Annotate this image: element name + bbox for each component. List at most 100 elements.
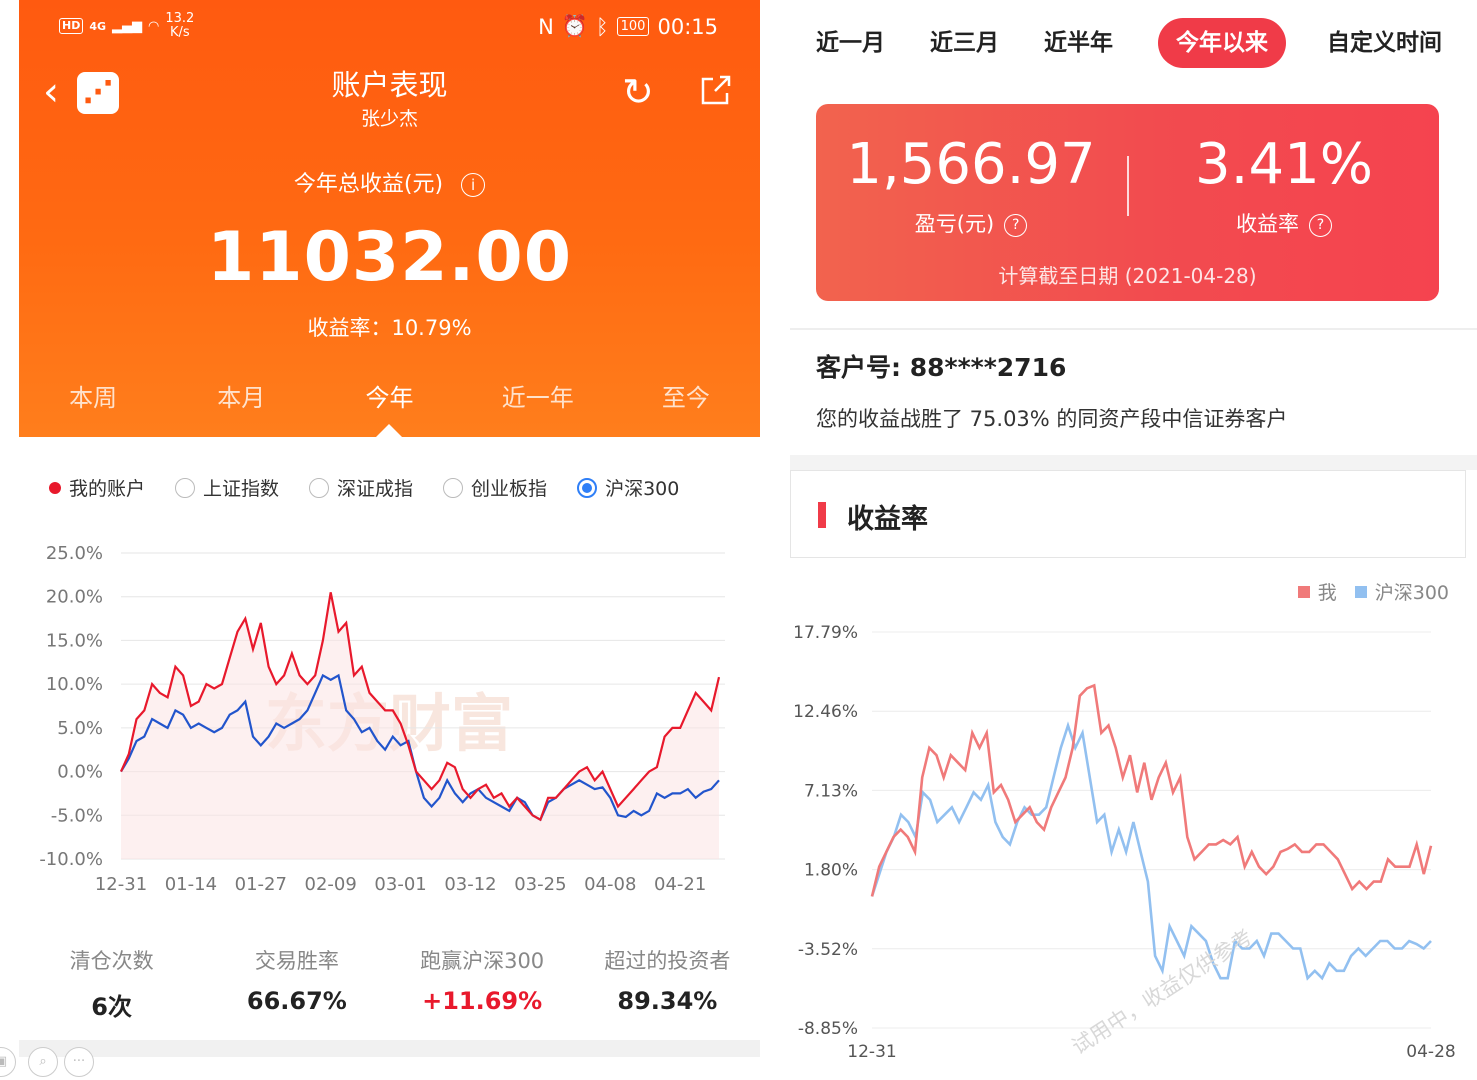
left-screenshot: HD 4G ▂▄▆ ◠ 13.2 K/s N ⏰ ᛒ 100 00:15 ‹ ⋰ … — [19, 0, 760, 1080]
stat-win-rate: 交易胜率 66.67% — [246, 949, 347, 1015]
status-bar-right: N ⏰ ᛒ 100 00:15 — [538, 14, 718, 39]
x-tick-label: 03-25 — [514, 874, 566, 895]
wifi-icon: ◠ — [148, 18, 160, 34]
y-tick-label: -8.85% — [798, 1019, 858, 1039]
radio-szse[interactable]: 深证成指 — [309, 474, 413, 501]
refresh-icon[interactable]: ↻ — [622, 72, 654, 112]
status-bar-left: HD 4G ▂▄▆ ◠ 13.2 K/s — [59, 12, 194, 40]
network-badge: 4G — [89, 19, 107, 33]
y-tick-label: -3.52% — [798, 940, 858, 960]
tab-week[interactable]: 本周 — [19, 378, 167, 413]
bottom-divider — [19, 1040, 760, 1057]
y-tick-label: 5.0% — [57, 718, 103, 739]
tab-ytd[interactable]: 今年以来 — [1158, 18, 1286, 68]
save-icon[interactable]: ▣ — [0, 1047, 16, 1077]
y-tick-label: -10.0% — [39, 849, 103, 870]
tab-this-year[interactable]: 今年 — [315, 378, 463, 413]
account-header: HD 4G ▂▄▆ ◠ 13.2 K/s N ⏰ ᛒ 100 00:15 ‹ ⋰ … — [19, 0, 760, 437]
y-tick-label: 20.0% — [46, 587, 103, 608]
tab-3-months[interactable]: 近三月 — [930, 18, 999, 68]
rate-label: 收益率? — [1134, 208, 1434, 238]
section-title: 收益率 — [847, 504, 928, 535]
x-tick-label: 12-31 — [847, 1042, 896, 1062]
battery-icon: 100 — [616, 17, 650, 36]
stat-beat-investors: 超过的投资者 89.34% — [604, 949, 731, 1015]
card-divider — [1127, 156, 1129, 216]
y-tick-label: 1.80% — [804, 861, 858, 881]
total-profit-label: 今年总收益(元) i — [19, 166, 760, 198]
right-screenshot: 近一月 近三月 近半年 今年以来 自定义时间 1,566.97 盈亏(元)? 3… — [790, 0, 1477, 1080]
series-line — [870, 721, 1432, 981]
divider — [790, 328, 1477, 330]
x-tick-label: 04-08 — [584, 874, 636, 895]
stat-liquidations: 清仓次数 6次 — [69, 949, 154, 1021]
x-tick-label: 01-14 — [165, 874, 217, 895]
nfc-icon: N — [538, 14, 554, 39]
radio-checked-icon[interactable] — [577, 477, 598, 498]
x-tick-label: 03-12 — [444, 874, 496, 895]
legend-my-account: 我的账户 — [49, 474, 145, 501]
clock: 00:15 — [657, 14, 718, 39]
profit-label: 盈亏(元)? — [821, 208, 1121, 238]
help-icon[interactable]: ? — [1004, 213, 1028, 237]
section-accent-bar — [818, 502, 826, 528]
return-section-header: 收益率 — [790, 470, 1466, 558]
x-tick-label: 01-27 — [235, 874, 287, 895]
comparison-legend: 我的账户 上证指数 深证成指 创业板指 沪深300 — [49, 474, 679, 501]
x-tick-label: 03-01 — [374, 874, 426, 895]
radio-icon[interactable] — [443, 477, 464, 498]
tab-last-year[interactable]: 近一年 — [464, 378, 612, 413]
tab-1-month[interactable]: 近一月 — [816, 18, 885, 68]
tab-month[interactable]: 本月 — [167, 378, 315, 413]
radio-sse[interactable]: 上证指数 — [175, 474, 279, 501]
legend-swatch-me — [1297, 585, 1310, 598]
customer-id: 客户号: 88****2716 — [816, 353, 1067, 382]
stats-row: 清仓次数 6次 交易胜率 66.67% 跑赢沪深300 +11.69% 超过的投资者 8… — [19, 945, 760, 1022]
y-tick-label: 10.0% — [46, 674, 103, 695]
active-tab-caret — [376, 424, 402, 437]
section-gap — [790, 455, 1477, 470]
y-tick-label: -5.0% — [51, 805, 103, 826]
radio-csi300[interactable]: 沪深300 — [577, 474, 679, 501]
legend-swatch-csi300 — [1354, 585, 1367, 598]
radio-icon[interactable] — [309, 477, 330, 498]
tab-custom-range[interactable]: 自定义时间 — [1327, 18, 1442, 68]
help-icon[interactable]: ? — [1309, 213, 1332, 237]
bluetooth-icon: ᛒ — [596, 14, 609, 39]
info-icon[interactable]: i — [461, 173, 486, 197]
period-tabs: 本周 本月 今年 近一年 至今 — [19, 378, 760, 413]
y-tick-label: 7.13% — [804, 781, 858, 801]
profit-value: 1,566.97 — [846, 132, 1096, 197]
x-tick-label: 04-28 — [1406, 1042, 1455, 1062]
y-tick-label: 25.0% — [46, 543, 103, 564]
alarm-icon: ⏰ — [561, 14, 589, 38]
tab-to-date[interactable]: 至今 — [612, 378, 760, 413]
hd-badge: HD — [59, 18, 84, 34]
y-tick-label: 17.79% — [793, 623, 858, 643]
return-rate: 收益率：10.79% — [307, 316, 472, 340]
more-icon[interactable]: ··· — [64, 1047, 94, 1077]
x-tick-label: 12-31 — [95, 874, 147, 895]
total-profit-value: 11032.00 — [206, 218, 573, 297]
tab-6-months[interactable]: 近半年 — [1044, 18, 1113, 68]
range-tabs: 近一月 近三月 近半年 今年以来 自定义时间 — [790, 18, 1477, 68]
y-tick-label: 0.0% — [57, 762, 103, 783]
rate-value: 3.41% — [1195, 132, 1373, 197]
stat-beat-csi300: 跑赢沪深300 +11.69% — [420, 949, 545, 1015]
watermark-text: 试用中，收益仅供参考 — [1068, 925, 1257, 1060]
x-tick-label: 04-21 — [654, 874, 706, 895]
signal-icon: ▂▄▆ — [112, 18, 143, 34]
y-tick-label: 12.46% — [793, 702, 858, 722]
network-speed: 13.2 K/s — [165, 11, 195, 40]
series-dot — [49, 481, 61, 494]
radio-chinext[interactable]: 创业板指 — [443, 474, 547, 501]
share-icon[interactable] — [700, 74, 732, 106]
summary-card: 1,566.97 盈亏(元)? 3.41% 收益率? 计算截至日期 (2021-… — [816, 104, 1439, 301]
series-line — [870, 683, 1433, 897]
x-tick-label: 02-09 — [305, 874, 357, 895]
zoom-icon[interactable]: ⌕ — [28, 1047, 58, 1077]
left-return-chart: 东方财富25.0%20.0%15.0%10.0%5.0%0.0%-5.0%-10… — [39, 543, 725, 895]
calc-date: 计算截至日期 (2021-04-28) — [998, 264, 1257, 288]
beat-percentile-text: 您的收益战胜了 75.03% 的同资产段中信证券客户 — [816, 407, 1288, 431]
radio-icon[interactable] — [175, 477, 196, 498]
